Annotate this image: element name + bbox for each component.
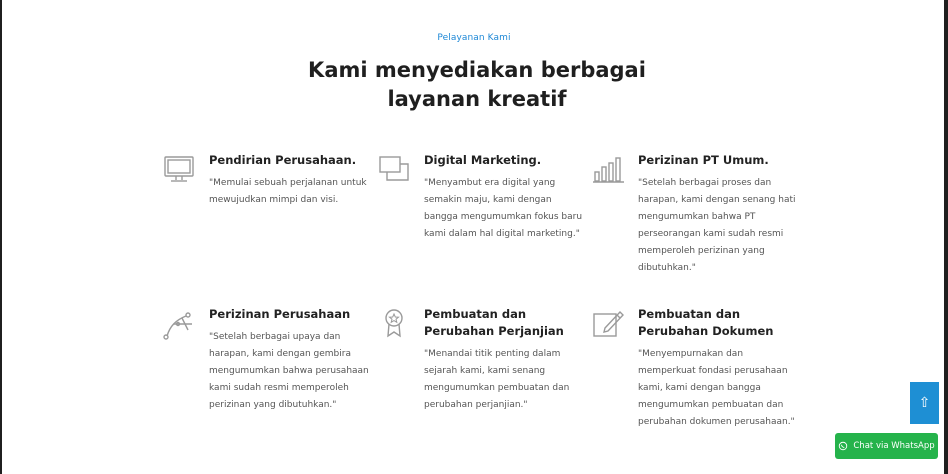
service-card: Digital Marketing. "Menyambut era digita…: [424, 152, 584, 243]
service-title: Pembuatan dan Perubahan Perjanjian: [424, 307, 564, 338]
whatsapp-chat-button[interactable]: Chat via WhatsApp: [835, 433, 938, 459]
section-title-line2: layanan kreatif: [387, 87, 567, 111]
service-description: "Menandai titik penting dalam sejarah ka…: [424, 349, 570, 410]
award-icon: [377, 306, 413, 342]
service-card: Perizinan PT Umum. "Setelah berbagai pro…: [638, 152, 798, 277]
whatsapp-chat-label: Chat via WhatsApp: [853, 441, 935, 451]
whatsapp-icon: [839, 441, 848, 451]
service-description: "Menyempurnakan dan memperkuat fondasi p…: [638, 349, 795, 427]
service-title: Pendirian Perusahaan.: [209, 153, 357, 167]
service-description: "Setelah berbagai proses dan harapan, ka…: [638, 178, 796, 273]
windows-icon: [377, 152, 413, 188]
service-description: "Setelah berbagai upaya dan harapan, kam…: [209, 332, 369, 410]
service-title: Pembuatan dan Perubahan Dokumen: [638, 307, 774, 338]
edit-document-icon: [591, 306, 627, 342]
service-description: "Memulai sebuah perjalanan untuk mewujud…: [209, 178, 367, 205]
service-card: Pendirian Perusahaan. "Memulai sebuah pe…: [209, 152, 369, 209]
bar-chart-icon: [591, 152, 627, 188]
service-title: Digital Marketing.: [424, 153, 542, 167]
section-subtitle: Pelayanan Kami: [437, 33, 511, 43]
scroll-to-top-button[interactable]: ⇧: [910, 382, 939, 424]
service-card: Pembuatan dan Perubahan Dokumen "Menyemp…: [638, 306, 798, 431]
service-title: Perizinan Perusahaan: [209, 307, 351, 321]
service-card: Pembuatan dan Perubahan Perjanjian "Mena…: [424, 306, 584, 414]
service-title: Perizinan PT Umum.: [638, 153, 769, 167]
pen-tool-icon: [162, 306, 198, 342]
section-title: Kami menyediakan berbagai layanan kreati…: [0, 56, 948, 114]
monitor-icon: [162, 152, 198, 188]
service-card: Perizinan Perusahaan "Setelah berbagai u…: [209, 306, 369, 414]
arrow-up-icon: ⇧: [918, 395, 931, 411]
service-description: "Menyambut era digital yang semakin maju…: [424, 178, 583, 239]
section-title-line1: Kami menyediakan berbagai: [308, 58, 646, 82]
